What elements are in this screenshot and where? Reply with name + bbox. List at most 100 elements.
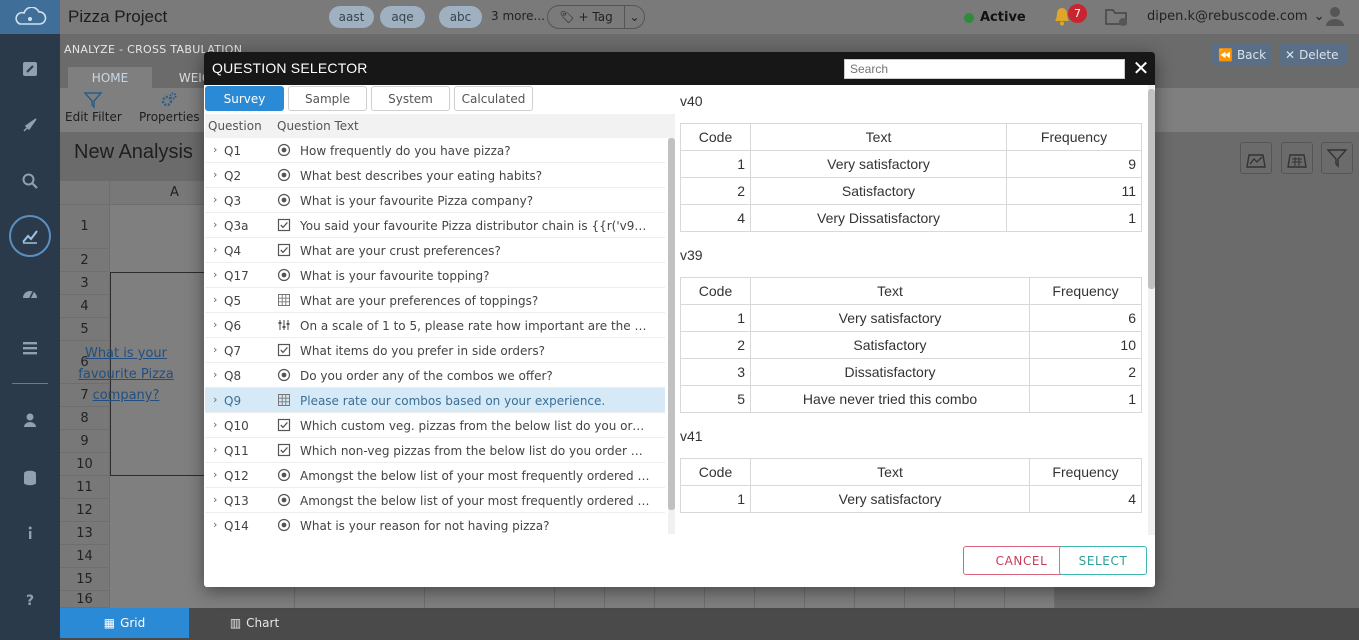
chevron-right-icon[interactable]: › — [213, 218, 217, 231]
question-row[interactable]: › Q4 What are your crust preferences? — [205, 238, 665, 263]
tab-survey[interactable]: Survey — [205, 86, 284, 111]
radio-icon — [277, 493, 291, 507]
column-header-code: Code — [680, 458, 751, 486]
question-id: Q3 — [224, 194, 242, 208]
question-row[interactable]: › Q3 What is your favourite Pizza company? — [205, 188, 665, 213]
frequency-cell: 4 — [1029, 485, 1142, 513]
chevron-right-icon[interactable]: › — [213, 168, 217, 181]
text-cell: Satisfactory — [750, 331, 1030, 359]
column-header-question: Question — [208, 119, 262, 133]
question-row[interactable]: › Q14 What is your reason for not having p… — [205, 513, 665, 534]
code-cell: 4 — [680, 204, 751, 232]
column-header-text: Text — [750, 277, 1030, 305]
question-id: Q8 — [224, 369, 242, 383]
question-row[interactable]: › Q5 What are your preferences of toppings… — [205, 288, 665, 313]
chevron-right-icon[interactable]: › — [213, 468, 217, 481]
question-row[interactable]: › Q17 What is your favourite topping? — [205, 263, 665, 288]
question-text: Which non-veg pizzas from the below list… — [300, 444, 650, 458]
table-row: 2 Satisfactory 11 — [680, 177, 1142, 205]
code-cell: 3 — [680, 358, 751, 386]
question-row[interactable]: › Q8 Do you order any of the combos we off… — [205, 363, 665, 388]
question-text: What is your reason for not having pizza… — [300, 519, 550, 533]
table-row: 1 Very satisfactory 6 — [680, 304, 1142, 332]
dialog-title: QUESTION SELECTOR — [212, 60, 368, 76]
question-text: What items do you prefer in side orders? — [300, 344, 545, 358]
question-id: Q13 — [224, 494, 249, 508]
text-cell: Satisfactory — [750, 177, 1007, 205]
slider-icon — [277, 318, 291, 332]
question-id: Q6 — [224, 319, 242, 333]
checkbox-icon — [277, 443, 291, 457]
question-text: You said your favourite Pizza distributo… — [300, 219, 650, 233]
tab-calculated[interactable]: Calculated — [454, 86, 533, 111]
chevron-right-icon[interactable]: › — [213, 193, 217, 206]
question-id: Q4 — [224, 244, 242, 258]
chevron-right-icon[interactable]: › — [213, 318, 217, 331]
question-row[interactable]: › Q12 Amongst the below list of your most … — [205, 463, 665, 488]
frequency-pane: v40 Code Text Frequency 1 Very satisfactory 9 2… — [678, 85, 1146, 535]
radio-icon — [277, 518, 291, 532]
text-cell: Have never tried this combo — [750, 385, 1030, 413]
search-input[interactable] — [844, 59, 1125, 79]
question-text: What best describes your eating habits? — [300, 169, 543, 183]
frequency-cell: 6 — [1029, 304, 1142, 332]
question-row[interactable]: › Q7 What items do you prefer in side orde… — [205, 338, 665, 363]
question-text: Do you order any of the combos we offer? — [300, 369, 553, 383]
chevron-right-icon[interactable]: › — [213, 443, 217, 456]
chevron-right-icon[interactable]: › — [213, 243, 217, 256]
chevron-right-icon[interactable]: › — [213, 268, 217, 281]
radio-icon — [277, 193, 291, 207]
question-selector-dialog: QUESTION SELECTOR ✕ Survey Sample System… — [204, 52, 1155, 587]
chevron-right-icon[interactable]: › — [213, 418, 217, 431]
question-list: › Q1 How frequently do you have pizza? › Q2 W… — [205, 138, 665, 534]
code-cell: 1 — [680, 150, 751, 178]
frequency-table: Code Text Frequency 1 Very satisfactory 9 2 Sat… — [680, 123, 1142, 232]
chevron-right-icon[interactable]: › — [213, 343, 217, 356]
chevron-right-icon[interactable]: › — [213, 293, 217, 306]
question-text: What are your crust preferences? — [300, 244, 501, 258]
code-cell: 1 — [680, 304, 751, 332]
scrollbar-thumb[interactable] — [668, 138, 675, 510]
select-button[interactable]: SELECT — [1059, 546, 1147, 575]
frequency-cell: 11 — [1006, 177, 1142, 205]
frequency-cell: 2 — [1029, 358, 1142, 386]
question-row[interactable]: › Q9 Please rate our combos based on your … — [205, 388, 665, 413]
code-cell: 2 — [680, 177, 751, 205]
question-id: Q5 — [224, 294, 242, 308]
close-icon[interactable]: ✕ — [1132, 58, 1150, 78]
question-row[interactable]: › Q3a You said your favourite Pizza distri… — [205, 213, 665, 238]
column-header-question-text: Question Text — [277, 119, 359, 133]
text-cell: Very satisfactory — [750, 304, 1030, 332]
question-id: Q1 — [224, 144, 242, 158]
question-row[interactable]: › Q13 Amongst the below list of your most … — [205, 488, 665, 513]
chevron-right-icon[interactable]: › — [213, 368, 217, 381]
chevron-right-icon[interactable]: › — [213, 518, 217, 531]
frequency-cell: 9 — [1006, 150, 1142, 178]
question-id: Q17 — [224, 269, 249, 283]
radio-icon — [277, 268, 291, 282]
column-header-text: Text — [750, 458, 1030, 486]
chevron-right-icon[interactable]: › — [213, 493, 217, 506]
question-list-scrollbar[interactable] — [668, 138, 675, 534]
chevron-right-icon[interactable]: › — [213, 143, 217, 156]
question-row[interactable]: › Q6 On a scale of 1 to 5, please rate how… — [205, 313, 665, 338]
question-row[interactable]: › Q1 How frequently do you have pizza? — [205, 138, 665, 163]
question-row[interactable]: › Q2 What best describes your eating habit… — [205, 163, 665, 188]
radio-icon — [277, 143, 291, 157]
question-text: On a scale of 1 to 5, please rate how im… — [300, 319, 650, 333]
scrollbar-thumb[interactable] — [1148, 89, 1155, 289]
tab-sample[interactable]: Sample — [288, 86, 367, 111]
question-id: Q9 — [224, 394, 242, 408]
tab-system[interactable]: System — [371, 86, 450, 111]
checkbox-icon — [277, 218, 291, 232]
chevron-right-icon[interactable]: › — [213, 393, 217, 406]
table-header-row: Code Text Frequency — [680, 458, 1142, 486]
question-row[interactable]: › Q10 Which custom veg. pizzas from the be… — [205, 413, 665, 438]
text-cell: Very satisfactory — [750, 485, 1030, 513]
frequency-scrollbar[interactable] — [1148, 85, 1155, 535]
question-id: Q12 — [224, 469, 249, 483]
question-id: Q14 — [224, 519, 249, 533]
radio-icon — [277, 468, 291, 482]
question-row[interactable]: › Q11 Which non-veg pizzas from the below … — [205, 438, 665, 463]
frequency-cell: 10 — [1029, 331, 1142, 359]
